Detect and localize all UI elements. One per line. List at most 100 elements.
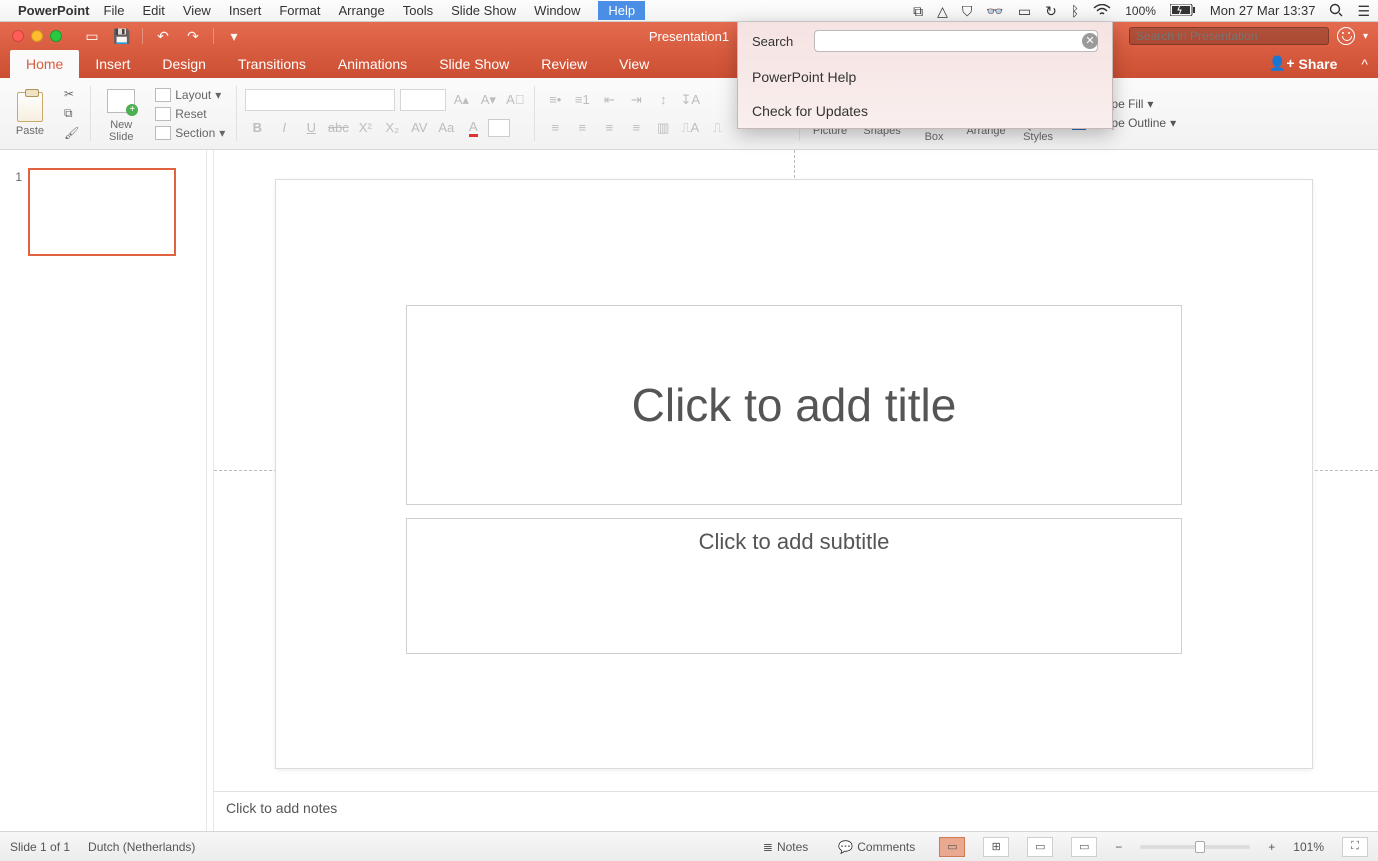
decrease-indent-button[interactable]: ⇤ bbox=[597, 89, 621, 111]
dropbox-icon[interactable]: ⧉ bbox=[913, 4, 923, 18]
timemachine-icon[interactable]: ↻ bbox=[1045, 4, 1057, 18]
language-indicator[interactable]: Dutch (Netherlands) bbox=[88, 840, 195, 854]
highlight-color-button[interactable] bbox=[488, 119, 510, 137]
justify-button[interactable]: ≡ bbox=[624, 117, 648, 139]
line-spacing-button[interactable]: ↕ bbox=[651, 89, 675, 111]
slide-counter[interactable]: Slide 1 of 1 bbox=[10, 840, 70, 854]
font-family-select[interactable] bbox=[245, 89, 395, 111]
menu-slideshow[interactable]: Slide Show bbox=[451, 3, 516, 18]
copy-button[interactable]: ⧉ bbox=[60, 105, 83, 122]
tab-design[interactable]: Design bbox=[146, 50, 222, 78]
comments-toggle-button[interactable]: 💬 Comments bbox=[832, 838, 921, 856]
feedback-icon[interactable] bbox=[1337, 27, 1355, 45]
italic-button[interactable]: I bbox=[272, 117, 296, 139]
menu-help[interactable]: Help bbox=[598, 1, 645, 20]
spotlight-icon[interactable] bbox=[1329, 3, 1343, 19]
change-case-button[interactable]: Aa bbox=[434, 117, 458, 139]
menu-window[interactable]: Window bbox=[534, 3, 580, 18]
glasses-icon[interactable]: 👓 bbox=[986, 4, 1003, 18]
close-window-button[interactable] bbox=[12, 30, 24, 42]
undo-icon[interactable]: ↶ bbox=[153, 26, 173, 46]
help-item-check-updates[interactable]: Check for Updates bbox=[738, 94, 1112, 128]
clear-formatting-icon[interactable]: A⃠ bbox=[503, 89, 527, 111]
align-right-button[interactable]: ≡ bbox=[597, 117, 621, 139]
menu-file[interactable]: File bbox=[104, 3, 125, 18]
presenter-view-icon[interactable]: ▭ bbox=[82, 26, 102, 46]
slide-thumbnail-1[interactable] bbox=[28, 168, 176, 256]
wifi-icon[interactable] bbox=[1093, 4, 1111, 18]
sorter-view-button[interactable]: ⊞ bbox=[983, 837, 1009, 857]
airplay-icon[interactable]: ▭ bbox=[1018, 4, 1031, 18]
minimize-window-button[interactable] bbox=[31, 30, 43, 42]
zoom-knob[interactable] bbox=[1195, 841, 1205, 853]
text-direction-button[interactable]: ↧A bbox=[678, 89, 702, 111]
tab-insert[interactable]: Insert bbox=[79, 50, 146, 78]
menu-arrange[interactable]: Arrange bbox=[339, 3, 385, 18]
bullets-button[interactable]: ≡• bbox=[543, 89, 567, 111]
align-center-button[interactable]: ≡ bbox=[570, 117, 594, 139]
increase-font-icon[interactable]: A▴ bbox=[449, 89, 473, 111]
underline-button[interactable]: U bbox=[299, 117, 323, 139]
share-button[interactable]: 👤+ Share bbox=[1261, 49, 1346, 78]
layout-button[interactable]: Layout ▾ bbox=[151, 87, 229, 103]
normal-view-button[interactable]: ▭ bbox=[939, 837, 965, 857]
slide[interactable]: Click to add title Click to add subtitle bbox=[276, 180, 1312, 768]
slide-thumbnail-panel[interactable]: 1 bbox=[0, 150, 206, 831]
zoom-slider[interactable] bbox=[1140, 845, 1250, 849]
clear-icon[interactable]: ✕ bbox=[1082, 33, 1098, 49]
zoom-window-button[interactable] bbox=[50, 30, 62, 42]
menu-edit[interactable]: Edit bbox=[142, 3, 164, 18]
section-button[interactable]: Section ▾ bbox=[151, 125, 229, 141]
qat-customize-icon[interactable]: ▾ bbox=[224, 26, 244, 46]
format-painter-button[interactable]: 🖌 bbox=[60, 125, 83, 141]
collapse-ribbon-icon[interactable]: ^ bbox=[1351, 50, 1378, 78]
bold-button[interactable]: B bbox=[245, 117, 269, 139]
reading-view-button[interactable]: ▭ bbox=[1027, 837, 1053, 857]
tab-review[interactable]: Review bbox=[525, 50, 603, 78]
gdrive-icon[interactable]: △ bbox=[937, 4, 948, 18]
character-spacing-button[interactable]: AV bbox=[407, 117, 431, 139]
subscript-button[interactable]: X₂ bbox=[380, 117, 404, 139]
panel-splitter[interactable] bbox=[206, 150, 214, 831]
new-slide-button[interactable]: New Slide bbox=[99, 83, 143, 145]
fit-to-window-button[interactable]: ⛶ bbox=[1342, 837, 1368, 857]
cut-button[interactable]: ✂ bbox=[60, 86, 83, 102]
superscript-button[interactable]: X² bbox=[353, 117, 377, 139]
bluetooth-icon[interactable]: ᛒ bbox=[1071, 4, 1079, 18]
tab-transitions[interactable]: Transitions bbox=[222, 50, 322, 78]
menu-format[interactable]: Format bbox=[279, 3, 320, 18]
zoom-in-button[interactable]: + bbox=[1268, 840, 1275, 854]
presentation-search-input[interactable] bbox=[1129, 27, 1329, 45]
reset-button[interactable]: Reset bbox=[151, 106, 229, 122]
zoom-percent[interactable]: 101% bbox=[1293, 840, 1324, 854]
distribute-button[interactable]: ⎍ bbox=[705, 117, 729, 139]
font-size-select[interactable] bbox=[400, 89, 446, 111]
zoom-out-button[interactable]: − bbox=[1115, 840, 1122, 854]
slideshow-view-button[interactable]: ▭ bbox=[1071, 837, 1097, 857]
help-item-powerpoint-help[interactable]: PowerPoint Help bbox=[738, 60, 1112, 94]
tab-animations[interactable]: Animations bbox=[322, 50, 423, 78]
notes-toggle-button[interactable]: ≣ Notes bbox=[757, 838, 814, 856]
numbering-button[interactable]: ≡1 bbox=[570, 89, 594, 111]
menubar-app-name[interactable]: PowerPoint bbox=[18, 3, 90, 18]
tab-home[interactable]: Home bbox=[10, 50, 79, 78]
save-icon[interactable]: 💾 bbox=[112, 26, 132, 46]
columns-button[interactable]: ▥ bbox=[651, 117, 675, 139]
strikethrough-button[interactable]: abc bbox=[326, 117, 350, 139]
tab-view[interactable]: View bbox=[603, 50, 665, 78]
paste-button[interactable]: Paste bbox=[8, 89, 52, 139]
notes-pane[interactable]: Click to add notes bbox=[214, 791, 1378, 831]
notification-center-icon[interactable]: ☰ bbox=[1357, 4, 1370, 18]
font-color-button[interactable]: A bbox=[461, 117, 485, 139]
title-placeholder[interactable]: Click to add title bbox=[406, 305, 1182, 505]
menu-tools[interactable]: Tools bbox=[403, 3, 433, 18]
slide-canvas-area[interactable]: Click to add title Click to add subtitle… bbox=[214, 150, 1378, 831]
help-search-input[interactable] bbox=[814, 30, 1098, 52]
align-text-button[interactable]: ⎍A bbox=[678, 117, 702, 139]
menu-insert[interactable]: Insert bbox=[229, 3, 262, 18]
subtitle-placeholder[interactable]: Click to add subtitle bbox=[406, 518, 1182, 654]
decrease-font-icon[interactable]: A▾ bbox=[476, 89, 500, 111]
align-left-button[interactable]: ≡ bbox=[543, 117, 567, 139]
feedback-dropdown-icon[interactable]: ▾ bbox=[1363, 31, 1368, 42]
battery-percent[interactable]: 100% bbox=[1125, 4, 1156, 18]
